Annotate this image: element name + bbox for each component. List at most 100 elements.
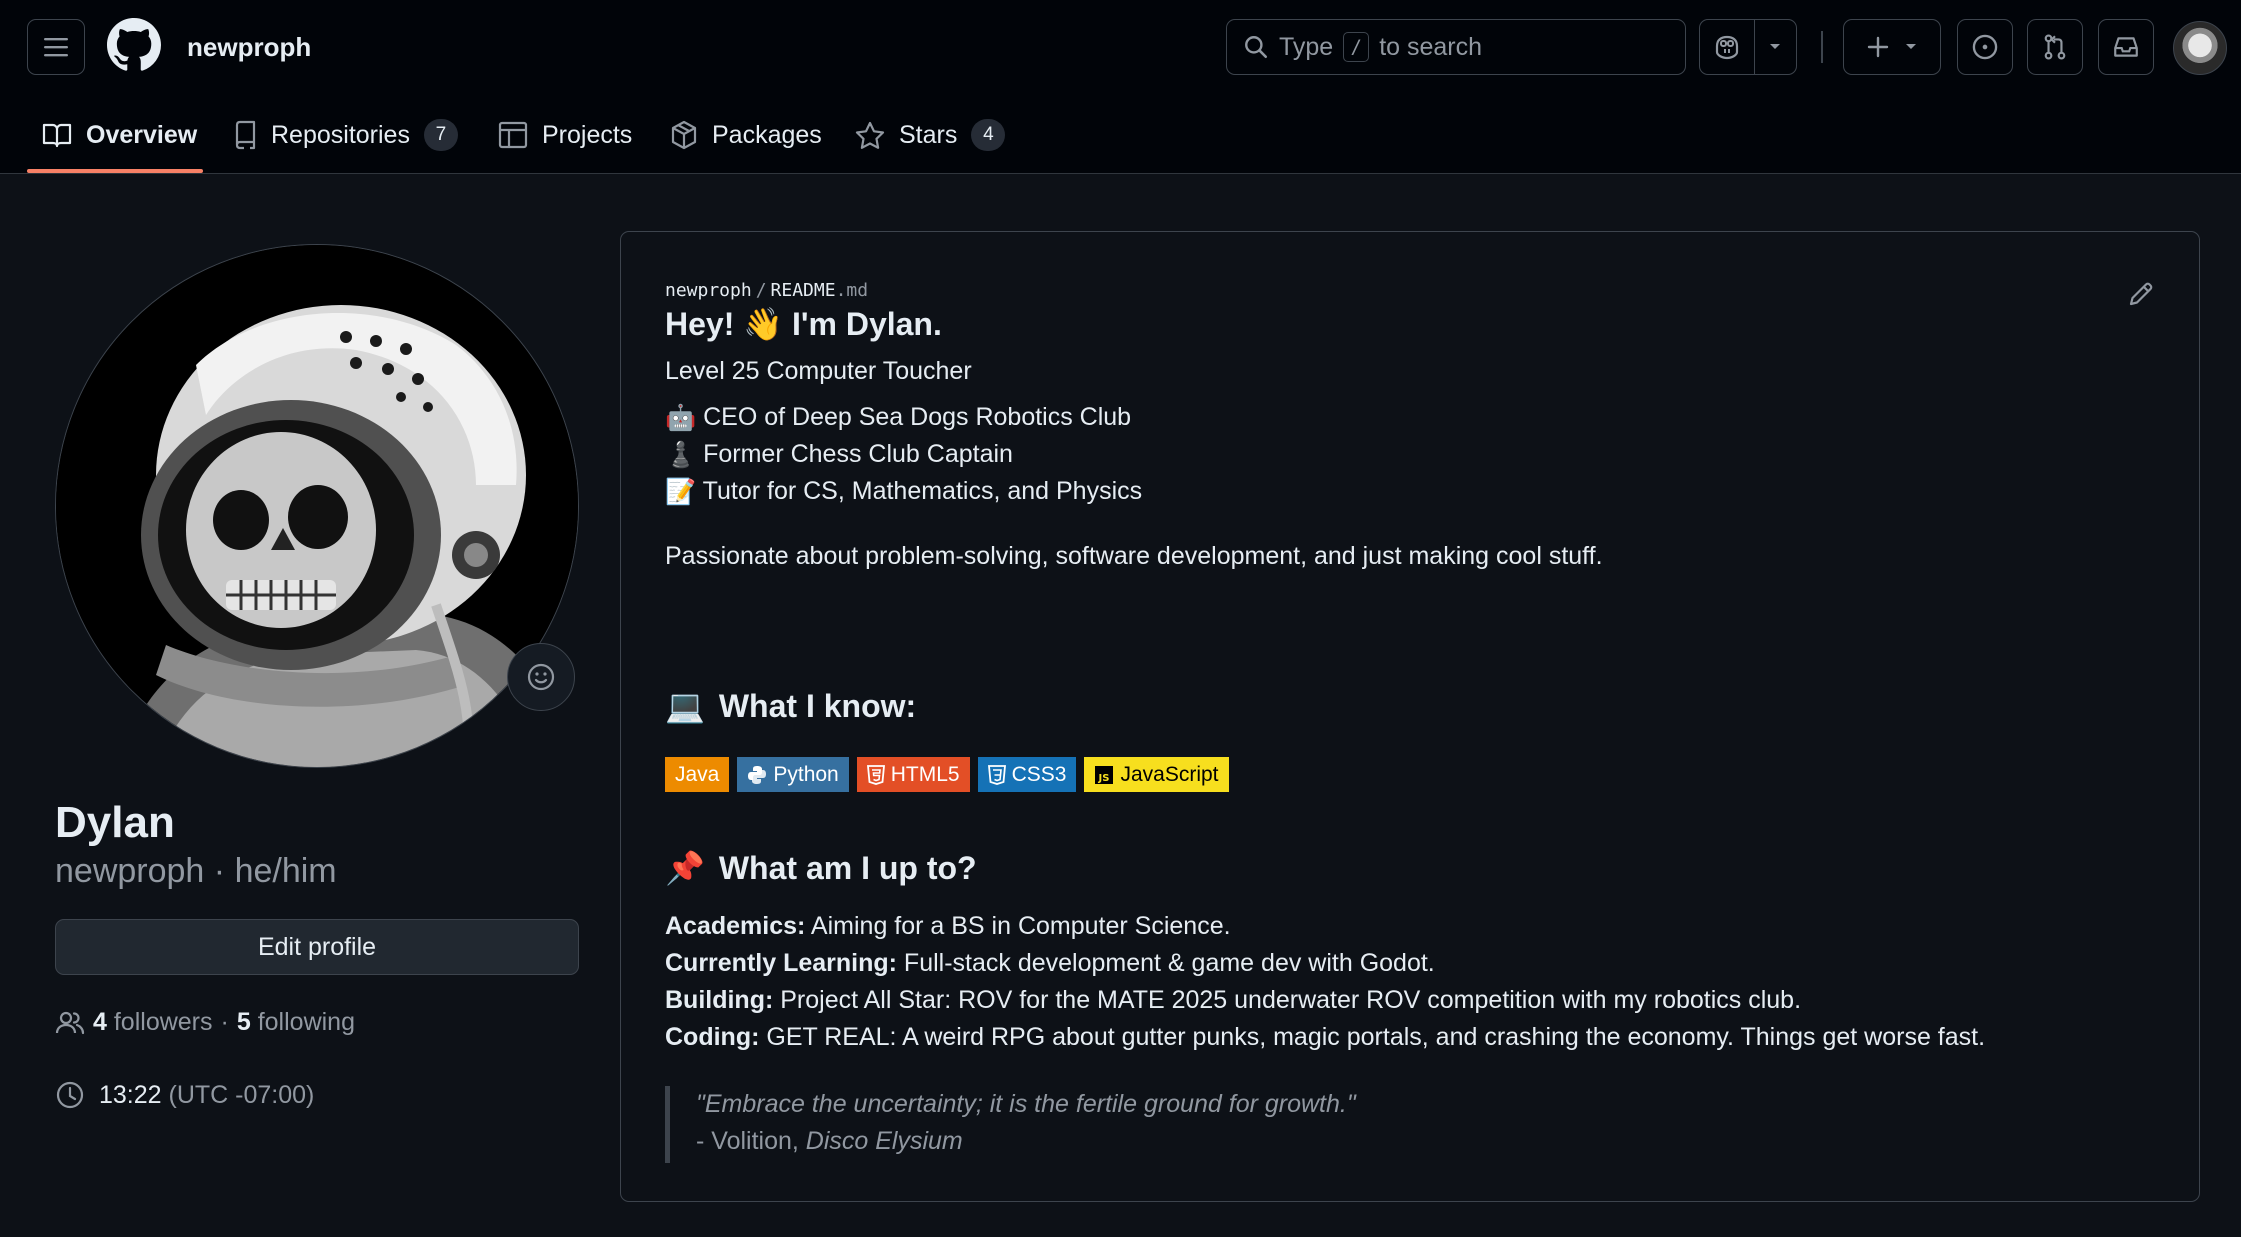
chevron-down-icon bbox=[1906, 44, 1916, 49]
badge-label: CSS3 bbox=[1011, 762, 1067, 786]
issues-icon bbox=[1972, 34, 1998, 60]
status-item: Building: Project All Star: ROV for the … bbox=[665, 982, 1801, 1019]
badge-label: Python bbox=[773, 762, 839, 786]
status-value: Project All Star: ROV for the MATE 2025 … bbox=[773, 986, 1802, 1014]
status-value: Aiming for a BS in Computer Science. bbox=[805, 912, 1231, 940]
badge-javascript: JS JavaScript bbox=[1084, 757, 1229, 792]
followers-link[interactable]: 4 followers bbox=[93, 1008, 213, 1037]
tab-repositories-label: Repositories bbox=[271, 120, 410, 149]
badge-html5: HTML5 bbox=[856, 757, 970, 792]
tab-projects[interactable]: Projects bbox=[486, 110, 644, 160]
role-text: CEO of Deep Sea Dogs Robotics Club bbox=[703, 403, 1132, 431]
pencil-icon[interactable] bbox=[2127, 280, 2155, 308]
role-item: ♟️ Former Chess Club Captain bbox=[665, 436, 1013, 474]
tab-overview-label: Overview bbox=[86, 120, 198, 149]
github-logo-icon[interactable] bbox=[107, 18, 161, 72]
app-header: newproph Type / to search Overview Repos… bbox=[0, 0, 2241, 174]
status-key: Academics: bbox=[665, 912, 806, 940]
smiley-icon bbox=[527, 663, 555, 691]
tab-packages[interactable]: Packages bbox=[658, 110, 834, 160]
badge-label: Java bbox=[675, 762, 720, 786]
tab-overview[interactable]: Overview bbox=[30, 110, 209, 160]
hamburger-button[interactable] bbox=[27, 19, 85, 75]
pull-request-icon bbox=[2044, 34, 2066, 60]
header-divider bbox=[1821, 31, 1823, 63]
profile-tabs: Overview Repositories 7 Projects Package… bbox=[0, 96, 2241, 174]
quote-attribution: - Volition, bbox=[696, 1127, 806, 1155]
readme-owner-link[interactable]: newproph bbox=[665, 280, 752, 301]
timezone: (UTC -07:00) bbox=[168, 1080, 315, 1109]
role-text: Former Chess Club Captain bbox=[703, 440, 1013, 468]
tab-stars-label: Stars bbox=[899, 120, 958, 149]
people-icon bbox=[55, 1011, 85, 1034]
tab-repositories[interactable]: Repositories 7 bbox=[221, 110, 470, 160]
svg-text:JS: JS bbox=[1098, 773, 1110, 784]
table-icon bbox=[498, 121, 528, 149]
readme-path: newproph / README.md bbox=[665, 280, 868, 301]
copilot-icon bbox=[1715, 35, 1739, 60]
chevron-down-icon bbox=[1770, 44, 1781, 49]
javascript-logo-icon: JS bbox=[1095, 765, 1114, 784]
readme-tagline: Level 25 Computer Toucher bbox=[665, 357, 972, 385]
readme-file[interactable]: README bbox=[771, 280, 836, 301]
profile-pronouns: he/him bbox=[234, 852, 337, 890]
know-heading-text: What I know: bbox=[718, 687, 917, 724]
profile-avatar[interactable] bbox=[55, 244, 579, 768]
laptop-emoji-icon: 💻 bbox=[665, 688, 705, 724]
star-icon bbox=[855, 121, 885, 149]
search-input[interactable]: Type / to search bbox=[1226, 19, 1686, 75]
plus-icon bbox=[1867, 36, 1889, 58]
inbox-icon bbox=[2114, 37, 2138, 57]
badge-java: Java bbox=[665, 757, 730, 792]
readme-path-sep: / bbox=[755, 280, 767, 301]
quote-text: "Embrace the uncertainty; it is the fert… bbox=[696, 1090, 1356, 1118]
clock-icon bbox=[56, 1081, 84, 1109]
robot-emoji-icon: 🤖 bbox=[665, 403, 697, 432]
user-context-link[interactable]: newproph bbox=[187, 32, 311, 63]
package-icon bbox=[671, 120, 697, 150]
set-status-button[interactable] bbox=[507, 643, 575, 711]
tab-stars[interactable]: Stars 4 bbox=[843, 110, 1017, 160]
quote-source-title: Disco Elysium bbox=[805, 1127, 963, 1155]
copilot-menu-button[interactable] bbox=[1755, 20, 1796, 74]
copilot-button[interactable] bbox=[1700, 20, 1755, 74]
chess-pawn-emoji-icon: ♟️ bbox=[665, 440, 697, 469]
css3-logo-icon bbox=[987, 764, 1006, 785]
readme-card: newproph / README.md Hey! 👋 I'm Dylan. Lev… bbox=[620, 231, 2200, 1202]
issues-button[interactable] bbox=[1957, 19, 2013, 75]
follow-dot: · bbox=[220, 1008, 229, 1036]
pushpin-emoji-icon: 📌 bbox=[665, 850, 705, 886]
book-icon bbox=[42, 123, 72, 148]
status-value: Full-stack development & game dev with G… bbox=[896, 949, 1435, 977]
following-link[interactable]: 5 following bbox=[237, 1008, 355, 1037]
badge-python: Python bbox=[737, 757, 849, 792]
status-key: Coding: bbox=[665, 1023, 760, 1051]
inbox-button[interactable] bbox=[2098, 19, 2154, 75]
user-avatar-menu[interactable] bbox=[2173, 21, 2227, 75]
followers-count: 4 bbox=[93, 1008, 107, 1036]
repo-icon bbox=[235, 120, 256, 150]
status-key: Currently Learning: bbox=[665, 949, 897, 977]
status-key: Building: bbox=[665, 986, 774, 1014]
readme-passion: Passionate about problem-solving, softwa… bbox=[665, 542, 1603, 570]
edit-profile-button[interactable]: Edit profile bbox=[55, 919, 579, 975]
know-heading: 💻 What I know: bbox=[665, 687, 916, 725]
create-new-button[interactable] bbox=[1843, 19, 1941, 75]
following-count: 5 bbox=[236, 1008, 251, 1036]
pull-requests-button[interactable] bbox=[2027, 19, 2083, 75]
search-suffix: to search bbox=[1379, 32, 1483, 61]
copilot-button-group bbox=[1699, 19, 1797, 75]
search-prefix: Type bbox=[1279, 32, 1334, 61]
badge-label: HTML5 bbox=[890, 762, 960, 786]
status-item: Coding: GET REAL: A weird RPG about gutt… bbox=[665, 1019, 1985, 1056]
following-label: following bbox=[257, 1008, 355, 1036]
status-value: GET REAL: A weird RPG about gutter punks… bbox=[759, 1023, 1986, 1051]
profile-login: newproph bbox=[55, 852, 205, 890]
top-bar: newproph Type / to search bbox=[0, 0, 2241, 96]
repositories-counter: 7 bbox=[423, 119, 458, 151]
status-item: Currently Learning: Full-stack developme… bbox=[665, 945, 1435, 982]
role-item: 🤖 CEO of Deep Sea Dogs Robotics Club bbox=[665, 399, 1131, 437]
badge-label: JavaScript bbox=[1120, 762, 1219, 786]
html5-logo-icon bbox=[866, 764, 885, 785]
search-icon bbox=[1245, 36, 1268, 59]
